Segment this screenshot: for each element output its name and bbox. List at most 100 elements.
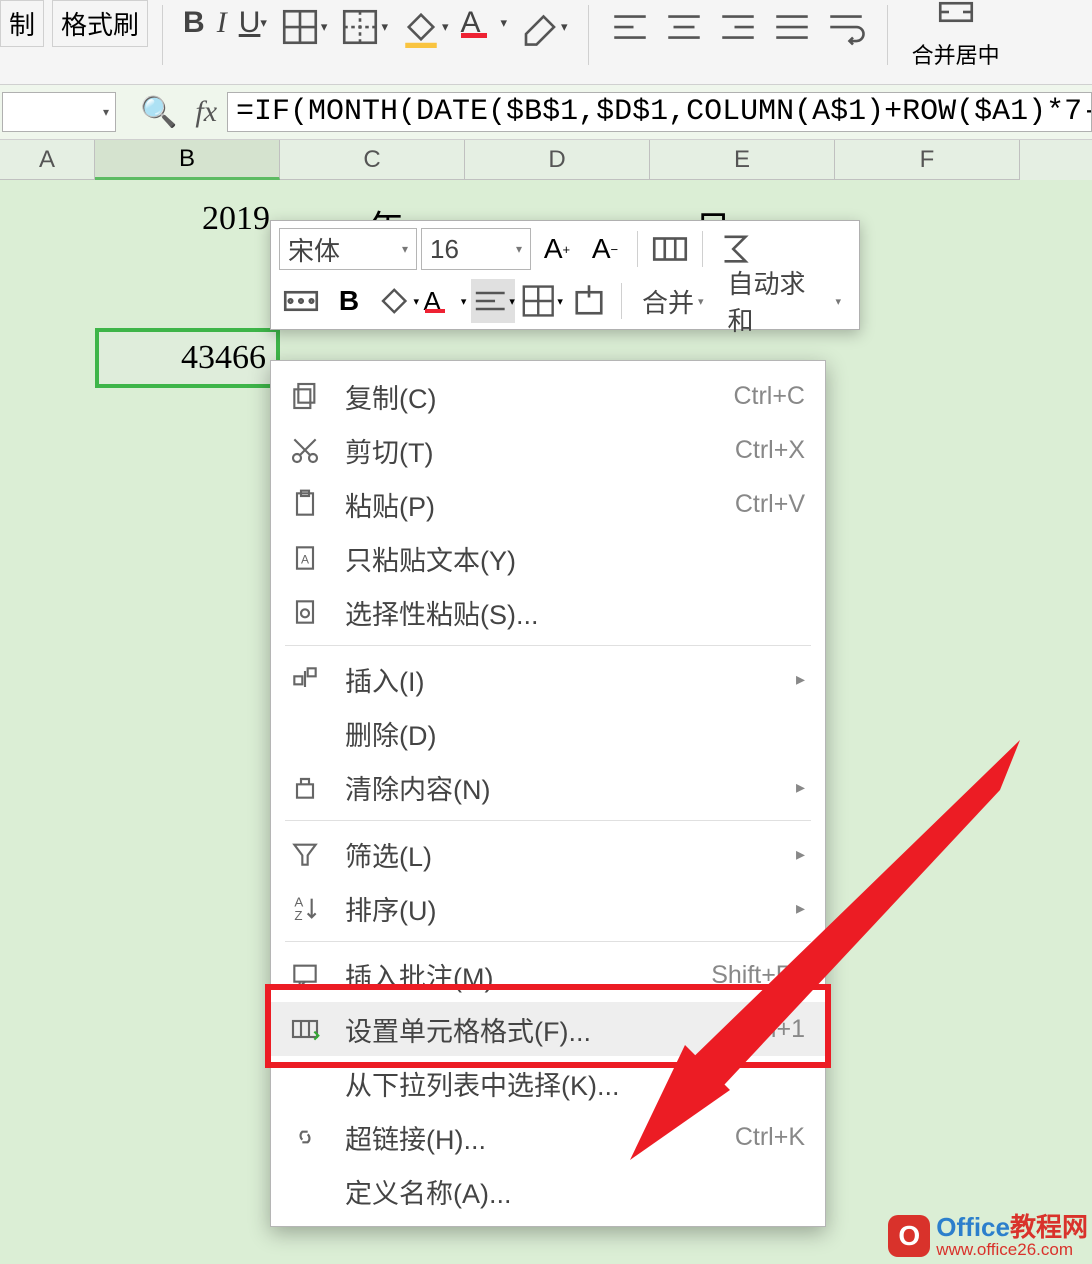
separator bbox=[621, 283, 622, 319]
align-justify-button[interactable] bbox=[765, 0, 819, 54]
cm-divider bbox=[285, 645, 811, 646]
insert-cells-icon[interactable] bbox=[567, 279, 611, 323]
fill-color-button[interactable]: ▾ bbox=[394, 0, 455, 54]
font-combo[interactable]: 宋体 bbox=[279, 228, 417, 270]
filter-icon bbox=[287, 836, 323, 872]
cm-sort-label: 排序(U) bbox=[345, 889, 786, 928]
fill-cell-button[interactable]: ▾ bbox=[333, 0, 394, 54]
link-icon bbox=[287, 1119, 323, 1155]
blank-icon bbox=[287, 1065, 323, 1101]
cm-paste[interactable]: 粘贴(P) Ctrl+V bbox=[271, 477, 825, 531]
cm-delete[interactable]: 删除(D) bbox=[271, 706, 825, 760]
cm-sort[interactable]: AZ 排序(U) ▸ bbox=[271, 881, 825, 935]
cm-filter-label: 筛选(L) bbox=[345, 835, 786, 874]
col-d[interactable]: D bbox=[465, 140, 650, 180]
col-a[interactable]: A bbox=[0, 140, 95, 180]
cm-define-name[interactable]: 定义名称(A)... bbox=[271, 1164, 825, 1218]
align-center-v-button[interactable] bbox=[657, 0, 711, 54]
cm-format-cells[interactable]: 设置单元格格式(F)... Ctrl+1 bbox=[271, 1002, 825, 1056]
cm-format-cells-label: 设置单元格格式(F)... bbox=[345, 1010, 738, 1049]
borders-mini-button[interactable]: ▾ bbox=[519, 279, 563, 323]
zoom-icon[interactable]: 🔍 bbox=[122, 95, 195, 130]
selected-cell[interactable]: 43466 bbox=[95, 328, 280, 388]
cm-copy[interactable]: 复制(C) Ctrl+C bbox=[271, 369, 825, 423]
border-style-icon[interactable] bbox=[279, 279, 323, 323]
cm-dropdown-pick[interactable]: 从下拉列表中选择(K)... bbox=[271, 1056, 825, 1110]
paste-text-icon: A bbox=[287, 540, 323, 576]
merge-center-button[interactable]: 合并居中 bbox=[902, 0, 1010, 60]
font-color-mini-button[interactable]: A▾ bbox=[423, 279, 467, 323]
cm-cut-shortcut: Ctrl+X bbox=[735, 436, 805, 465]
cm-hyperlink-shortcut: Ctrl+K bbox=[735, 1123, 805, 1152]
format-cells-icon bbox=[287, 1011, 323, 1047]
cm-paste-text-label: 只粘贴文本(Y) bbox=[345, 539, 805, 578]
align-left-top-button[interactable] bbox=[603, 0, 657, 54]
cm-paste-text[interactable]: A 只粘贴文本(Y) bbox=[271, 531, 825, 585]
col-e[interactable]: E bbox=[650, 140, 835, 180]
autosum-button[interactable]: 自动求和 bbox=[717, 260, 851, 342]
chevron-right-icon: ▸ bbox=[796, 669, 805, 690]
fill-color-mini-button[interactable]: ▾ bbox=[375, 279, 419, 323]
comment-icon bbox=[287, 957, 323, 993]
name-box[interactable] bbox=[2, 92, 116, 132]
ribbon: 制 格式刷 B I U▾ ▾ ▾ ▾ A▾ ▾ 合并居中 bbox=[0, 0, 1092, 85]
cm-divider bbox=[285, 820, 811, 821]
separator bbox=[162, 5, 163, 65]
clear-icon bbox=[287, 769, 323, 805]
eraser-button[interactable]: ▾ bbox=[513, 0, 574, 54]
format-cells-icon[interactable] bbox=[648, 227, 692, 271]
watermark-logo: O bbox=[888, 1215, 930, 1257]
svg-text:A: A bbox=[301, 552, 309, 566]
cm-dropdown-pick-label: 从下拉列表中选择(K)... bbox=[345, 1064, 805, 1103]
italic-button[interactable]: I bbox=[211, 0, 233, 46]
col-c[interactable]: C bbox=[280, 140, 465, 180]
insert-icon bbox=[287, 661, 323, 697]
cm-comment-label: 插入批注(M)... bbox=[345, 956, 711, 995]
wrap-text-button[interactable] bbox=[819, 0, 873, 54]
cm-hyperlink-label: 超链接(H)... bbox=[345, 1118, 735, 1157]
separator bbox=[588, 5, 589, 65]
borders-button[interactable]: ▾ bbox=[273, 0, 334, 54]
chevron-right-icon: ▸ bbox=[796, 844, 805, 865]
separator bbox=[637, 231, 638, 267]
format-painter-button[interactable]: 格式刷 bbox=[52, 0, 148, 47]
cm-clear[interactable]: 清除内容(N) ▸ bbox=[271, 760, 825, 814]
cm-filter[interactable]: 筛选(L) ▸ bbox=[271, 827, 825, 881]
decrease-font-icon[interactable]: A− bbox=[583, 227, 627, 271]
copy-button[interactable]: 制 bbox=[0, 0, 44, 47]
cm-hyperlink[interactable]: 超链接(H)... Ctrl+K bbox=[271, 1110, 825, 1164]
blank-icon bbox=[287, 715, 323, 751]
fx-label[interactable]: fx bbox=[195, 95, 227, 129]
chevron-right-icon: ▸ bbox=[796, 898, 805, 919]
separator bbox=[887, 5, 888, 65]
cm-copy-shortcut: Ctrl+C bbox=[733, 382, 805, 411]
cm-comment[interactable]: 插入批注(M)... Shift+F2 bbox=[271, 948, 825, 1002]
scissors-icon bbox=[287, 432, 323, 468]
col-f[interactable]: F bbox=[835, 140, 1020, 180]
underline-button[interactable]: U▾ bbox=[233, 0, 273, 46]
cm-paste-special-label: 选择性粘贴(S)... bbox=[345, 593, 805, 632]
merge-button[interactable]: 合并 bbox=[632, 279, 714, 324]
cm-insert-label: 插入(I) bbox=[345, 660, 786, 699]
align-mini-button[interactable]: ▾ bbox=[471, 279, 515, 323]
cm-cut[interactable]: 剪切(T) Ctrl+X bbox=[271, 423, 825, 477]
align-bottom-button[interactable] bbox=[711, 0, 765, 54]
bold-mini-button[interactable]: B bbox=[327, 279, 371, 323]
watermark-url: www.office26.com bbox=[936, 1241, 1088, 1260]
cell-b1[interactable]: 2019 bbox=[150, 200, 270, 238]
formula-bar: 🔍 fx =IF(MONTH(DATE($B$1,$D$1,COLUMN(A$1… bbox=[0, 85, 1092, 140]
mini-toolbar: 宋体 16 A+ A− B ▾ A▾ ▾ ▾ 合并 自动求和 bbox=[270, 220, 860, 330]
watermark-title: Office教程网 bbox=[936, 1213, 1088, 1242]
bold-button[interactable]: B bbox=[177, 0, 211, 46]
blank-icon bbox=[287, 1173, 323, 1209]
sheet[interactable]: 2019 年 日 43466 宋体 16 A+ A− B ▾ A▾ ▾ ▾ 合并… bbox=[0, 180, 1092, 1260]
increase-font-icon[interactable]: A+ bbox=[535, 227, 579, 271]
cm-insert[interactable]: 插入(I) ▸ bbox=[271, 652, 825, 706]
col-b[interactable]: B bbox=[95, 140, 280, 180]
font-size-combo[interactable]: 16 bbox=[421, 228, 531, 270]
svg-text:Z: Z bbox=[294, 908, 302, 923]
formula-input[interactable]: =IF(MONTH(DATE($B$1,$D$1,COLUMN(A$1)+ROW… bbox=[227, 92, 1092, 132]
column-headers: A B C D E F bbox=[0, 140, 1092, 180]
cm-paste-special[interactable]: 选择性粘贴(S)... bbox=[271, 585, 825, 639]
font-color-button[interactable]: A▾ bbox=[455, 0, 514, 46]
